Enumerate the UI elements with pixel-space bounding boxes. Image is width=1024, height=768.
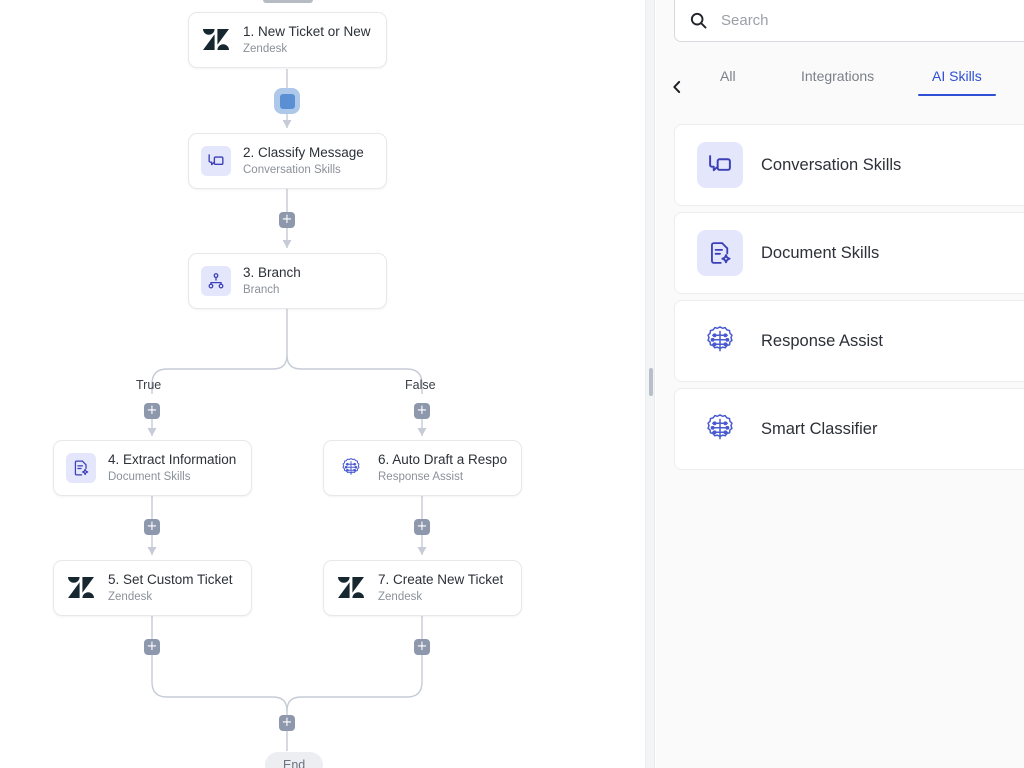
skill-label: Document Skills (761, 244, 879, 263)
zendesk-icon (336, 573, 366, 603)
search-box[interactable] (674, 0, 1024, 42)
node-subtitle: Conversation Skills (243, 163, 364, 178)
node-library-panel: All Integrations AI Skills Co (656, 0, 1024, 768)
workflow-edges (0, 0, 645, 768)
skill-list: Conversation Skills Document Skills (674, 124, 1024, 476)
branch-icon (201, 266, 231, 296)
node-title: 5. Set Custom Ticket Fi… (108, 572, 237, 588)
skill-label: Smart Classifier (761, 420, 877, 439)
edge-drop-target[interactable] (274, 88, 300, 114)
workflow-node-1-text: 1. New Ticket or New C… Zendesk (243, 24, 372, 57)
conversation-skills-icon (201, 146, 231, 176)
chevron-left-icon[interactable] (668, 78, 686, 96)
add-step-button-after-7[interactable]: + (414, 639, 430, 655)
skill-label: Response Assist (761, 332, 883, 351)
tab-all[interactable]: All (720, 68, 736, 96)
workflow-canvas-content: 1. New Ticket or New C… Zendesk 2. Class… (0, 0, 645, 768)
drop-target-square-icon (280, 94, 295, 109)
workflow-canvas[interactable]: 1. New Ticket or New C… Zendesk 2. Class… (0, 0, 645, 768)
workflow-node-4[interactable]: 4. Extract Information Document Skills (53, 440, 252, 496)
node-title: 3. Branch (243, 265, 301, 281)
panel-resize-grip[interactable] (649, 368, 653, 396)
tab-integrations[interactable]: Integrations (801, 68, 874, 96)
response-assist-icon (697, 318, 743, 364)
workflow-end-node[interactable]: End (265, 752, 323, 768)
node-subtitle: Zendesk (108, 590, 237, 605)
document-skills-icon (697, 230, 743, 276)
zendesk-icon (201, 25, 231, 55)
workflow-node-7-text: 7. Create New Ticket Zendesk (378, 572, 503, 605)
node-subtitle: Document Skills (108, 470, 236, 485)
tab-integrations-label: Integrations (801, 68, 874, 84)
panel-tabs: All Integrations AI Skills (656, 68, 1024, 108)
response-assist-icon (336, 453, 366, 483)
skill-item-smart-classifier[interactable]: Smart Classifier (674, 388, 1024, 470)
search-input[interactable] (721, 12, 1021, 29)
node-subtitle: Zendesk (378, 590, 503, 605)
conversation-skills-icon (697, 142, 743, 188)
tab-active-indicator (918, 94, 996, 97)
zendesk-icon (66, 573, 96, 603)
workflow-node-5[interactable]: 5. Set Custom Ticket Fi… Zendesk (53, 560, 252, 616)
node-title: 4. Extract Information (108, 452, 236, 468)
add-step-button-true[interactable]: + (144, 403, 160, 419)
workflow-node-6[interactable]: 6. Auto Draft a Respon… Response Assist (323, 440, 522, 496)
workflow-builder-screen: 1. New Ticket or New C… Zendesk 2. Class… (0, 0, 1024, 768)
skill-item-document-skills[interactable]: Document Skills (674, 212, 1024, 294)
workflow-node-6-text: 6. Auto Draft a Respon… Response Assist (378, 452, 507, 485)
add-step-button-after-4[interactable]: + (144, 519, 160, 535)
tab-all-label: All (720, 68, 736, 84)
add-step-button-before-end[interactable]: + (279, 715, 295, 731)
skill-item-conversation-skills[interactable]: Conversation Skills (674, 124, 1024, 206)
workflow-node-3-text: 3. Branch Branch (243, 265, 301, 298)
workflow-node-5-text: 5. Set Custom Ticket Fi… Zendesk (108, 572, 237, 605)
search-icon (689, 11, 708, 30)
add-step-button[interactable]: + (279, 212, 295, 228)
document-skills-icon (66, 453, 96, 483)
node-title: 1. New Ticket or New C… (243, 24, 372, 40)
workflow-node-2-text: 2. Classify Message Conversation Skills (243, 145, 364, 178)
add-step-button-after-6[interactable]: + (414, 519, 430, 535)
workflow-node-3[interactable]: 3. Branch Branch (188, 253, 387, 309)
node-subtitle: Response Assist (378, 470, 507, 485)
workflow-node-7[interactable]: 7. Create New Ticket Zendesk (323, 560, 522, 616)
workflow-node-1[interactable]: 1. New Ticket or New C… Zendesk (188, 12, 387, 68)
add-step-button-after-5[interactable]: + (144, 639, 160, 655)
node-title: 6. Auto Draft a Respon… (378, 452, 507, 468)
node-title: 2. Classify Message (243, 145, 364, 161)
node-title: 7. Create New Ticket (378, 572, 503, 588)
panel-resize-divider[interactable] (645, 0, 655, 768)
node-subtitle: Branch (243, 283, 301, 298)
branch-label-true: True (136, 378, 161, 392)
node-subtitle: Zendesk (243, 42, 372, 57)
tab-ai-skills-label: AI Skills (932, 68, 982, 84)
skill-item-response-assist[interactable]: Response Assist (674, 300, 1024, 382)
smart-classifier-icon (697, 406, 743, 452)
skill-label: Conversation Skills (761, 156, 901, 175)
canvas-top-stub (263, 0, 313, 3)
add-step-button-false[interactable]: + (414, 403, 430, 419)
tab-ai-skills[interactable]: AI Skills (932, 68, 982, 96)
workflow-node-2[interactable]: 2. Classify Message Conversation Skills (188, 133, 387, 189)
workflow-node-4-text: 4. Extract Information Document Skills (108, 452, 236, 485)
branch-label-false: False (405, 378, 436, 392)
